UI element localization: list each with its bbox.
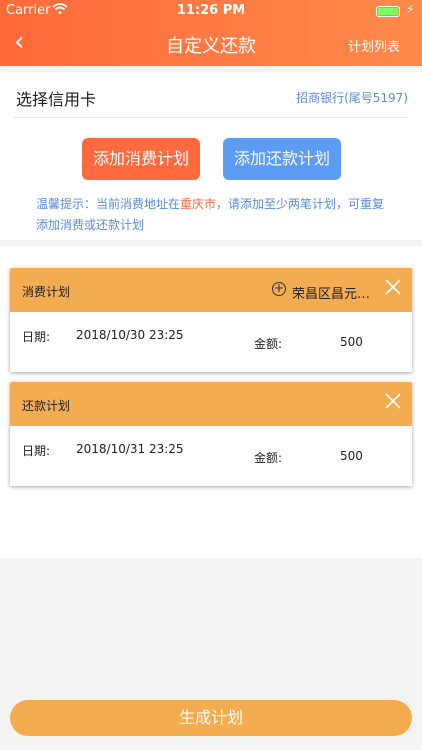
nav-bar: ‹ 自定义还款 计划列表 xyxy=(0,22,422,66)
amount-value[interactable]: 500 xyxy=(340,335,363,349)
plan-list-link[interactable]: 计划列表 xyxy=(348,36,400,55)
add-repay-plan-button[interactable]: 添加还款计划 xyxy=(223,138,341,180)
plan-address[interactable]: 荣昌区昌元街道 xyxy=(292,283,382,302)
status-bar: Carrier 11:26 PM ⚡ xyxy=(0,0,422,22)
header-bar: Carrier 11:26 PM ⚡ ‹ 自定义还款 计划列表 xyxy=(0,0,422,66)
tip-city: 重庆市 xyxy=(180,197,217,211)
close-icon[interactable] xyxy=(384,392,402,410)
amount-value[interactable]: 500 xyxy=(340,449,363,463)
amount-label: 金额: xyxy=(254,337,283,351)
select-card-label: 选择信用卡 xyxy=(16,90,97,109)
card-section: 选择信用卡 招商银行(尾号5197) 添加消费计划 添加还款计划 温馨提示：当前… xyxy=(0,72,422,240)
date-value[interactable]: 2018/10/31 23:25 xyxy=(76,442,184,456)
add-consume-plan-button[interactable]: 添加消费计划 xyxy=(82,138,200,180)
repay-plan-card: 还款计划 日期: 2018/10/31 23:25 金额: 500 xyxy=(10,382,412,486)
battery-icon xyxy=(376,6,400,17)
tip-prefix: 温馨提示：当前消费地址在 xyxy=(36,197,181,211)
tip-text: 温馨提示：当前消费地址在重庆市，请添加至少两笔计划，可重复添加消费或还款计划 xyxy=(36,194,392,236)
plan-card-header: 还款计划 xyxy=(10,382,412,426)
charging-icon: ⚡ xyxy=(406,3,414,16)
close-icon[interactable] xyxy=(384,278,402,296)
date-label: 日期: xyxy=(22,444,51,458)
plan-name: 还款计划 xyxy=(22,399,71,413)
plan-card-body: 日期: 2018/10/31 23:25 金额: 500 xyxy=(10,426,412,486)
selected-bank[interactable]: 招商银行(尾号5197) xyxy=(296,89,408,106)
select-card-row[interactable]: 选择信用卡 招商银行(尾号5197) xyxy=(14,72,408,118)
date-label: 日期: xyxy=(22,330,51,344)
plan-card-body: 日期: 2018/10/30 23:25 金额: 500 xyxy=(10,312,412,372)
plan-card-header: 消费计划 + 荣昌区昌元街道 xyxy=(10,268,412,312)
clock: 11:26 PM xyxy=(176,3,246,18)
amount-label: 金额: xyxy=(254,451,283,465)
consume-plan-card: 消费计划 + 荣昌区昌元街道 日期: 2018/10/30 23:25 金额: … xyxy=(10,268,412,372)
add-location-icon[interactable]: + xyxy=(272,282,286,296)
plans-section: 消费计划 + 荣昌区昌元街道 日期: 2018/10/30 23:25 金额: … xyxy=(0,246,422,558)
plan-name: 消费计划 xyxy=(22,285,71,299)
generate-plan-button[interactable]: 生成计划 xyxy=(10,700,412,736)
date-value[interactable]: 2018/10/30 23:25 xyxy=(76,328,184,342)
